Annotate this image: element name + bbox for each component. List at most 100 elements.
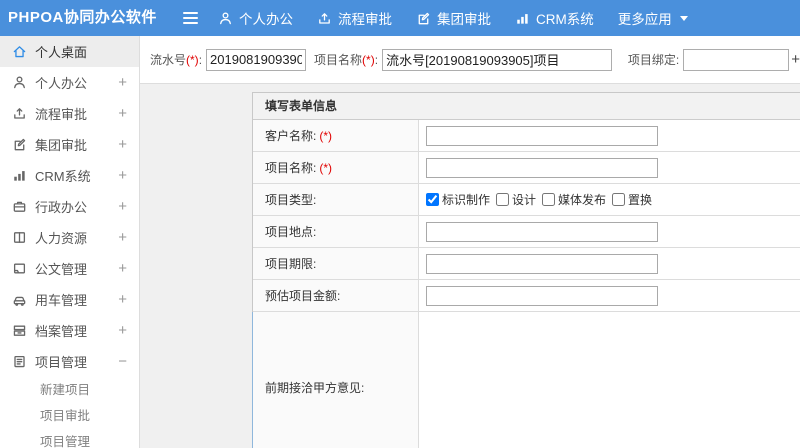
expand-icon[interactable]: +	[118, 284, 127, 315]
sidebar-item-label: 个人桌面	[35, 45, 88, 60]
sidebar-item-crm-system[interactable]: CRM系统 +	[0, 160, 139, 191]
project-name-label: 项目名称(*):	[314, 53, 379, 67]
nav-group-approval[interactable]: 集团审批	[416, 8, 491, 28]
main-content: 流水号(*): 项目名称(*): 项目绑定: + 填写表单信息 客户名称:(*)…	[140, 36, 800, 448]
estimated-amount-input[interactable]	[426, 285, 658, 306]
serial-input[interactable]	[206, 48, 307, 71]
sidebar-item-label: 档案管理	[35, 324, 88, 339]
project-bind-input[interactable]	[683, 48, 790, 71]
sidebar-item-label: 行政办公	[35, 200, 88, 215]
checkbox-option[interactable]: 置换	[612, 191, 652, 208]
top-bar: PHPOA协同办公软件 个人办公 流程审批 集团审批 CRM系统 更多应用	[0, 0, 800, 36]
nav-label: 更多应用	[617, 12, 672, 27]
sidebar-subitem-project-management[interactable]: 项目管理	[0, 429, 139, 448]
nav-crm-system[interactable]: CRM系统	[515, 8, 594, 28]
sidebar-item-vehicle-management[interactable]: 用车管理 +	[0, 284, 139, 315]
required-marker: (*)	[319, 160, 333, 175]
field-label: 项目地点:	[253, 216, 419, 247]
form-row-project-location: 项目地点:	[253, 216, 800, 248]
add-bind-icon[interactable]: +	[791, 51, 800, 68]
field-cell	[419, 152, 800, 183]
project-name-form-input[interactable]	[426, 157, 658, 178]
nav-more-apps[interactable]: 更多应用	[618, 8, 688, 28]
sidebar-item-label: 人力资源	[35, 231, 88, 246]
home-icon	[12, 44, 27, 59]
project-duration-input[interactable]	[426, 253, 658, 274]
expand-icon[interactable]: +	[118, 98, 127, 129]
sidebar-item-label: 集团审批	[35, 138, 88, 153]
clipboard-icon	[12, 354, 27, 369]
checkbox-media-release[interactable]	[542, 193, 556, 206]
sidebar-item-workflow-approval[interactable]: 流程审批 +	[0, 98, 139, 129]
nav-label: CRM系统	[536, 12, 594, 27]
required-marker: (*)	[186, 53, 199, 67]
checkbox-replacement[interactable]	[612, 193, 626, 206]
checkbox-design[interactable]	[496, 193, 510, 206]
chart-icon	[12, 168, 27, 183]
upload-icon	[12, 106, 27, 121]
edit-icon	[416, 11, 431, 26]
sidebar-item-document-management[interactable]: 公文管理 +	[0, 253, 139, 284]
expand-icon[interactable]: +	[118, 253, 127, 284]
nav-label: 流程审批	[338, 12, 392, 27]
sidebar-item-group-approval[interactable]: 集团审批 +	[0, 129, 139, 160]
form-row-customer-name: 客户名称: (*)	[253, 120, 800, 152]
sidebar-subitem-project-approval[interactable]: 项目审批	[0, 403, 139, 429]
sidebar: 个人桌面 个人办公 + 流程审批 + 集团审批 + CRM系统 + 行政办公 +	[0, 36, 140, 448]
nav-workflow-approval[interactable]: 流程审批	[317, 8, 392, 28]
form-row-project-type: 项目类型: 标识制作 设计 媒体发布 置换	[253, 184, 800, 216]
edit-icon	[12, 137, 27, 152]
required-marker: (*)	[362, 53, 375, 67]
field-label: 项目类型:	[253, 184, 419, 215]
user-icon	[218, 11, 233, 26]
archive-icon	[12, 323, 27, 338]
upload-icon	[317, 11, 332, 26]
briefcase-icon	[12, 199, 27, 214]
form-row-project-name: 项目名称: (*)	[253, 152, 800, 184]
field-label: 前期接洽甲方意见:	[253, 312, 419, 448]
sidebar-item-personal-desktop[interactable]: 个人桌面	[0, 36, 139, 67]
form-row-preliminary-opinion: 前期接洽甲方意见:	[252, 312, 800, 448]
nav-personal-office[interactable]: 个人办公	[218, 8, 293, 28]
field-cell	[419, 312, 800, 448]
field-cell	[419, 280, 800, 311]
app-logo: PHPOA协同办公软件	[8, 9, 157, 26]
sidebar-item-human-resources[interactable]: 人力资源 +	[0, 222, 139, 253]
chart-icon	[515, 11, 530, 26]
sidebar-item-label: 项目管理	[35, 355, 88, 370]
expand-icon[interactable]: +	[118, 222, 127, 253]
customer-name-input[interactable]	[426, 125, 658, 146]
expand-icon[interactable]: +	[118, 191, 127, 222]
menu-toggle-icon[interactable]	[183, 0, 205, 36]
field-cell: 标识制作 设计 媒体发布 置换	[419, 184, 800, 215]
expand-icon[interactable]: +	[118, 67, 127, 98]
checkbox-option[interactable]: 媒体发布	[542, 191, 606, 208]
sidebar-item-personal-office[interactable]: 个人办公 +	[0, 67, 139, 98]
expand-icon[interactable]: +	[118, 315, 127, 346]
form-panel: 填写表单信息 客户名称: (*) 项目名称: (*) 项目类型: 标识制作 设计 媒…	[252, 92, 800, 448]
project-bind-label: 项目绑定:	[627, 53, 680, 67]
checkbox-option[interactable]: 标识制作	[426, 191, 490, 208]
project-location-input[interactable]	[426, 221, 658, 242]
checkbox-sign-making[interactable]	[426, 193, 439, 206]
sidebar-item-label: CRM系统	[35, 169, 91, 184]
form-row-project-duration: 项目期限:	[253, 248, 800, 280]
toolbar-strip: 流水号(*): 项目名称(*): 项目绑定: +	[140, 36, 800, 84]
sidebar-item-project-management[interactable]: 项目管理 −	[0, 346, 139, 377]
project-name-input[interactable]	[382, 48, 612, 71]
required-marker: (*)	[319, 128, 333, 143]
serial-label: 流水号(*):	[150, 53, 203, 67]
field-cell	[419, 216, 800, 247]
expand-icon[interactable]: +	[118, 160, 127, 191]
sidebar-item-admin-office[interactable]: 行政办公 +	[0, 191, 139, 222]
top-nav: 个人办公 流程审批 集团审批 CRM系统 更多应用	[218, 0, 688, 36]
collapse-icon[interactable]: −	[118, 346, 127, 377]
expand-icon[interactable]: +	[118, 129, 127, 160]
caret-down-icon	[679, 15, 688, 21]
checkbox-option[interactable]: 设计	[496, 191, 536, 208]
preliminary-opinion-textarea[interactable]	[419, 312, 800, 448]
sidebar-item-label: 个人办公	[35, 76, 88, 91]
book-icon	[12, 230, 27, 245]
sidebar-item-archive-management[interactable]: 档案管理 +	[0, 315, 139, 346]
sidebar-subitem-new-project[interactable]: 新建项目	[0, 377, 139, 403]
